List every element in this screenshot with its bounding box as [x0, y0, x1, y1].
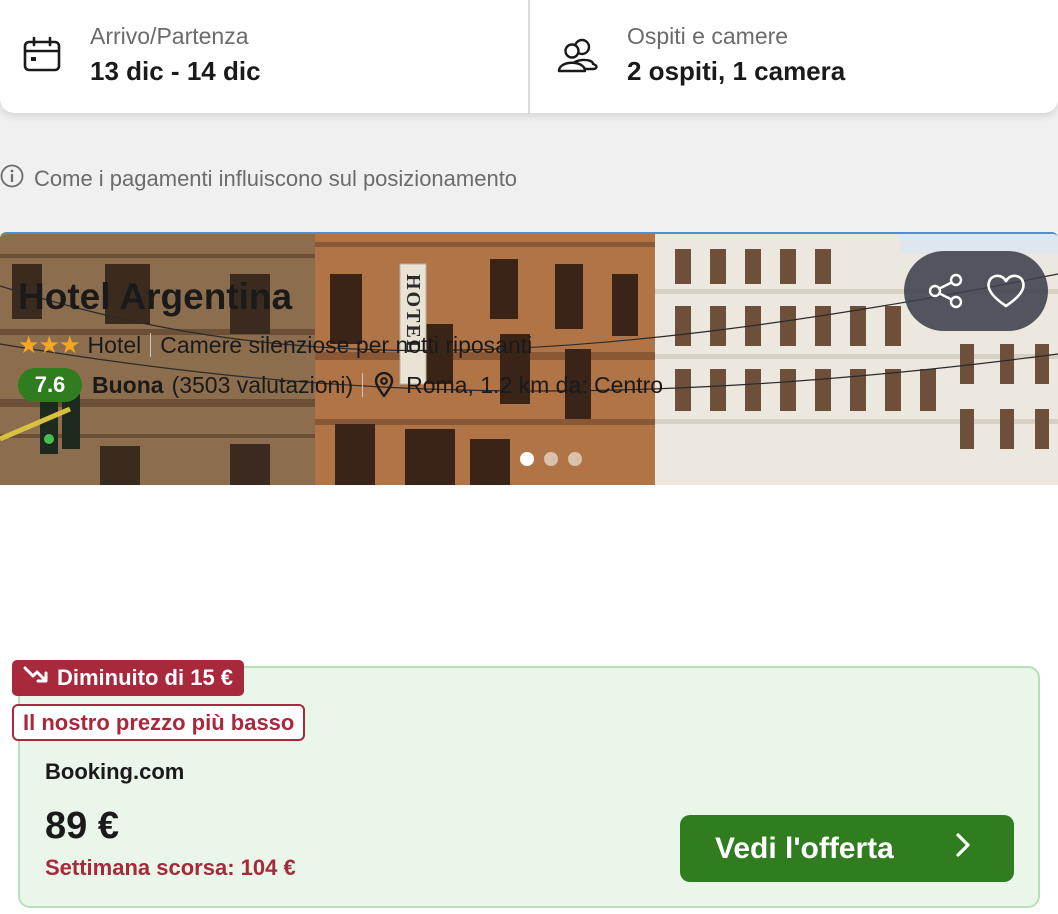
price-drop-text: Diminuito di 15 €	[57, 665, 234, 690]
provider-name: Booking.com	[45, 759, 185, 784]
guests-label: Ospiti e camere	[627, 23, 789, 49]
dates-selector[interactable]: Arrivo/Partenza 13 dic - 14 dic	[0, 0, 530, 113]
photo-carousel-dots	[520, 452, 582, 466]
guests-selector[interactable]: Ospiti e camere 2 ospiti, 1 camera	[530, 0, 1058, 113]
divider	[362, 373, 364, 397]
payment-ranking-info[interactable]: Come i pagamenti influiscono sul posizio…	[0, 164, 517, 194]
dates-label: Arrivo/Partenza	[90, 23, 249, 49]
guests-icon	[556, 36, 600, 79]
carousel-dot[interactable]	[568, 452, 582, 466]
photo-actions	[904, 251, 1048, 331]
chevron-right-icon	[954, 831, 972, 867]
hotel-name[interactable]: Hotel Argentina	[18, 276, 292, 318]
heart-icon[interactable]	[982, 267, 1030, 315]
lowest-price-badge: Il nostro prezzo più basso	[12, 704, 306, 741]
trend-down-icon	[23, 665, 49, 691]
carousel-dot[interactable]	[520, 452, 534, 466]
hotel-location[interactable]: Roma, 1.2 km da: Centro	[406, 372, 663, 399]
guests-value: 2 ospiti, 1 camera	[627, 56, 846, 86]
price: 89 €	[45, 805, 119, 847]
calendar-icon	[22, 36, 62, 79]
search-summary-bar: Arrivo/Partenza 13 dic - 14 dic Ospiti e…	[0, 0, 1058, 113]
accommodation-type: Hotel	[87, 331, 142, 358]
star-rating: ★★★	[18, 331, 81, 359]
review-score-badge[interactable]: 7.6	[18, 368, 82, 402]
review-count[interactable]: (3503 valutazioni)	[172, 372, 354, 399]
view-deal-label: Vedi l'offerta	[715, 831, 894, 865]
info-icon	[0, 164, 24, 194]
payment-info-text: Come i pagamenti influiscono sul posizio…	[34, 166, 518, 191]
view-deal-button[interactable]: Vedi l'offerta	[680, 815, 1014, 882]
rating-word: Buona	[92, 371, 164, 398]
location-pin-icon	[374, 372, 394, 398]
hotel-meta-row: ★★★ Hotel Camere silenziose per notti ri…	[18, 330, 532, 360]
share-icon[interactable]	[922, 267, 970, 315]
carousel-dot[interactable]	[544, 452, 558, 466]
hotel-tagline: Camere silenziose per notti riposanti	[160, 331, 533, 358]
dates-value: 13 dic - 14 dic	[90, 56, 261, 86]
price-drop-badge: Diminuito di 15 €	[12, 660, 245, 696]
rating-row: 7.6 Buona (3503 valutazioni) Roma, 1.2 k…	[18, 368, 663, 402]
divider	[150, 333, 152, 357]
last-week-price: Settimana scorsa: 104 €	[45, 855, 296, 880]
